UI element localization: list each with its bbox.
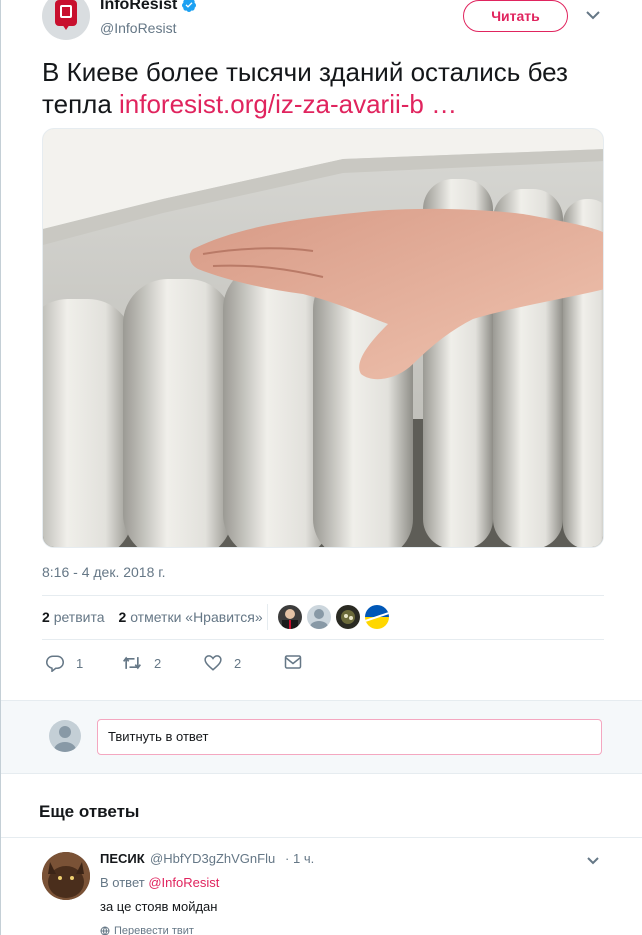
left-border bbox=[0, 0, 1, 935]
inforesist-logo-icon bbox=[55, 0, 77, 30]
verified-badge-icon bbox=[182, 0, 197, 12]
heart-icon bbox=[204, 655, 222, 671]
divider bbox=[42, 639, 604, 640]
retweet-icon bbox=[123, 656, 141, 670]
author-name[interactable]: InfoResist bbox=[100, 0, 197, 14]
envelope-icon bbox=[284, 655, 302, 669]
reply-separator: · bbox=[285, 851, 290, 866]
engagement-stats: 2 ретвита 2 отметки «Нравится» bbox=[42, 609, 263, 625]
follow-button[interactable]: Читать bbox=[463, 0, 568, 32]
translate-label: Перевести твит bbox=[114, 925, 194, 935]
reply-author-handle[interactable]: @HbfYD3gZhVGnFlu bbox=[150, 851, 275, 866]
reply-action[interactable]: 1 bbox=[46, 654, 83, 672]
reply-to-mention[interactable]: @InfoResist bbox=[148, 875, 219, 890]
more-replies-heading: Еще ответы bbox=[39, 802, 140, 821]
translate-tweet-link[interactable]: Перевести твит bbox=[100, 925, 194, 935]
tweet-timestamp[interactable]: 8:16 - 4 дек. 2018 г. bbox=[42, 564, 166, 580]
likes-stat[interactable]: 2 отметки «Нравится» bbox=[119, 609, 263, 625]
reply-input[interactable]: Твитнуть в ответ bbox=[97, 719, 602, 755]
reply-to-prefix: В ответ bbox=[100, 875, 145, 890]
chevron-down-icon[interactable] bbox=[586, 10, 600, 20]
divider bbox=[42, 595, 604, 596]
divider bbox=[267, 604, 268, 630]
liker-avatar[interactable] bbox=[278, 605, 302, 629]
liker-avatar[interactable] bbox=[365, 605, 389, 629]
reply-to-line: В ответ @InfoResist bbox=[100, 875, 219, 890]
reply-count: 1 bbox=[76, 655, 84, 671]
radiator-hand-photo bbox=[43, 129, 603, 547]
like-action[interactable]: 2 bbox=[204, 654, 241, 672]
retweets-stat[interactable]: 2 ретвита bbox=[42, 609, 105, 625]
reply-author-avatar[interactable] bbox=[42, 852, 90, 900]
liker-avatar[interactable] bbox=[336, 605, 360, 629]
tweet-text: В Киеве более тысячи зданий остались без… bbox=[42, 56, 622, 120]
reply-author-name[interactable]: ПЕСИК bbox=[100, 851, 145, 866]
tweet-link[interactable]: inforesist.org/iz-za-avarii-b … bbox=[119, 89, 457, 119]
message-action[interactable] bbox=[284, 654, 302, 670]
current-user-avatar bbox=[49, 720, 81, 752]
tweet-photo[interactable] bbox=[42, 128, 604, 548]
divider bbox=[1, 837, 642, 838]
author-avatar[interactable] bbox=[42, 0, 90, 40]
reply-icon bbox=[46, 655, 64, 672]
globe-icon bbox=[100, 926, 110, 935]
liker-avatar[interactable] bbox=[307, 605, 331, 629]
author-name-text: InfoResist bbox=[100, 0, 178, 13]
like-count: 2 bbox=[234, 655, 242, 671]
reply-time[interactable]: 1 ч. bbox=[293, 851, 314, 866]
retweet-action[interactable]: 2 bbox=[122, 654, 161, 672]
author-handle[interactable]: @InfoResist bbox=[100, 20, 176, 36]
chevron-down-icon[interactable] bbox=[587, 857, 599, 865]
retweet-count: 2 bbox=[154, 655, 162, 671]
reply-text: за це стояв мойдан bbox=[100, 899, 218, 914]
